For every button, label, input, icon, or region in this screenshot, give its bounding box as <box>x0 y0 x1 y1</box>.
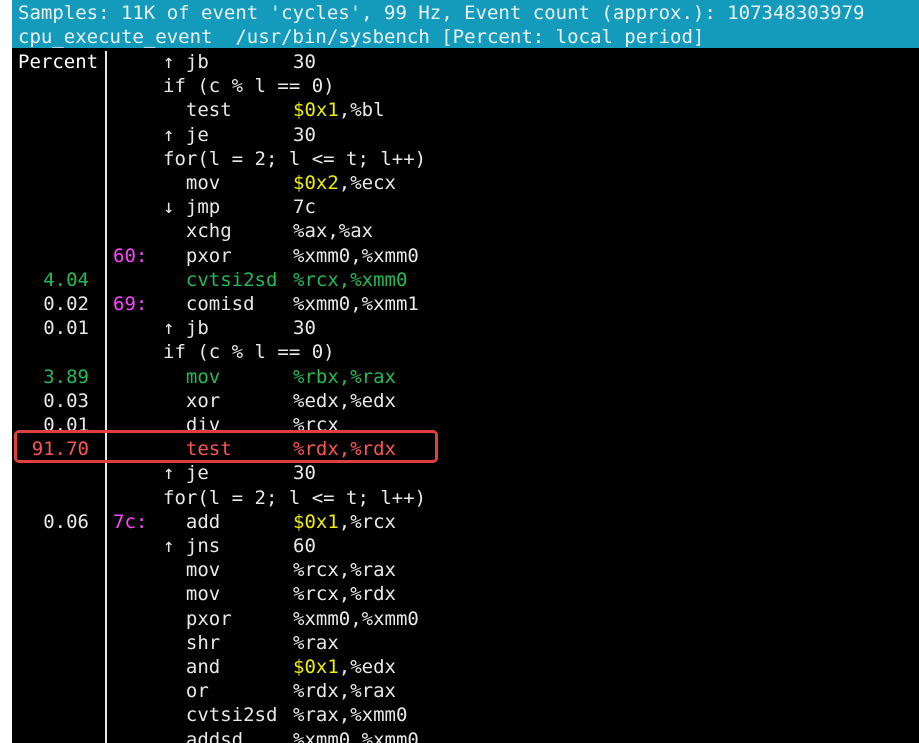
instruction-mnemonic: mov <box>163 172 221 194</box>
percent-value: 4.04 <box>43 268 89 291</box>
immediate-value: $0x2 <box>293 172 339 194</box>
asm-line[interactable]: 0.02 69: comisd %xmm0,%xmm1 <box>12 292 919 316</box>
instruction-operands: %rax,%xmm0 <box>293 704 408 727</box>
instruction-operands: 30 <box>293 51 316 73</box>
samples-summary: Samples: 11K of event 'cycles', 99 Hz, E… <box>18 2 865 24</box>
instruction-mnemonic: if (c % l == 0) <box>163 75 335 98</box>
instruction-mnemonic: add <box>163 510 221 533</box>
asm-line[interactable]: 0.06 7c: add $0x1,%rcx <box>12 510 919 534</box>
instruction-mnemonic: and <box>163 656 221 678</box>
symbol-path: cpu_execute_event /usr/bin/sysbench [Per… <box>18 26 705 48</box>
instruction-mnemonic: test <box>163 99 232 122</box>
instruction-mnemonic: ↓ jmp <box>163 196 221 219</box>
percent-value: 0.03 <box>43 389 89 412</box>
instruction-mnemonic: addsd <box>163 728 244 743</box>
instruction-mnemonic: pxor <box>163 607 232 630</box>
jump-label: 69: <box>113 293 148 315</box>
asm-line[interactable]: mov $0x2,%ecx <box>12 171 919 195</box>
instruction-mnemonic: cvtsi2sd <box>163 704 278 727</box>
asm-line[interactable]: if (c % l == 0) <box>12 340 919 364</box>
instruction-operands: 30 <box>293 317 316 340</box>
asm-line[interactable]: shr %rax <box>12 631 919 655</box>
status-header: Samples: 11K of event 'cycles', 99 Hz, E… <box>12 0 919 48</box>
instruction-operands: %xmm0,%xmm1 <box>293 293 419 315</box>
percent-value: 0.01 <box>43 317 89 340</box>
instruction-operands: $0x1,%rcx <box>293 510 396 533</box>
asm-line[interactable]: or %rdx,%rax <box>12 679 919 703</box>
instruction-operands: 30 <box>293 462 316 485</box>
jump-label: 7c: <box>113 510 148 533</box>
asm-line[interactable]: addsd %xmm0,%xmm0 <box>12 728 919 743</box>
asm-line[interactable]: xchg %ax,%ax <box>12 219 919 243</box>
asm-line[interactable]: mov %rcx,%rdx <box>12 582 919 606</box>
instruction-mnemonic: mov <box>163 365 221 388</box>
percent-value: 3.89 <box>43 365 89 388</box>
asm-line[interactable]: ↑ je 30 <box>12 123 919 147</box>
instruction-mnemonic: ↑ jb <box>163 51 209 73</box>
instruction-mnemonic: ↑ jns <box>163 535 221 557</box>
instruction-operands: %edx,%edx <box>293 389 396 412</box>
asm-line[interactable]: and $0x1,%edx <box>12 655 919 679</box>
instruction-operands: 7c <box>293 196 316 219</box>
instruction-mnemonic: ↑ jb <box>163 317 209 340</box>
asm-line[interactable]: if (c % l == 0) <box>12 74 919 98</box>
perf-annotate-window: Samples: 11K of event 'cycles', 99 Hz, E… <box>12 0 919 743</box>
asm-line[interactable]: test $0x1,%bl <box>12 98 919 122</box>
instruction-operands: %xmm0,%xmm0 <box>293 244 419 267</box>
percent-value: 0.02 <box>43 293 89 315</box>
instruction-mnemonic: mov <box>163 583 221 606</box>
asm-line[interactable]: ↓ jmp 7c <box>12 195 919 219</box>
asm-line[interactable]: for(l = 2; l <= t; l++) <box>12 147 919 171</box>
instruction-mnemonic: xor <box>163 389 221 412</box>
asm-line[interactable]: 0.01 ↑ jb 30 <box>12 316 919 340</box>
immediate-value: $0x1 <box>293 510 339 533</box>
instruction-operands: 60 <box>293 535 316 557</box>
instruction-operands: %rdx,%rax <box>293 680 396 703</box>
asm-line[interactable]: ↑ je 30 <box>12 461 919 485</box>
instruction-mnemonic: mov <box>163 559 221 582</box>
jump-label: 60: <box>113 244 148 267</box>
asm-line[interactable]: 60: pxor %xmm0,%xmm0 <box>12 244 919 268</box>
instruction-operands: $0x1,%bl <box>293 99 385 122</box>
instruction-mnemonic: for(l = 2; l <= t; l++) <box>163 147 427 170</box>
instruction-mnemonic: cvtsi2sd <box>163 268 278 291</box>
asm-line[interactable]: ↑ jns 60 <box>12 534 919 558</box>
instruction-mnemonic: ↑ je <box>163 123 209 146</box>
asm-line[interactable]: 0.03 xor %edx,%edx <box>12 389 919 413</box>
instruction-operands: $0x1,%edx <box>293 656 396 678</box>
asm-line[interactable]: for(l = 2; l <= t; l++) <box>12 486 919 510</box>
asm-line[interactable]: mov %rcx,%rax <box>12 558 919 582</box>
instruction-operands: %rcx,%rdx <box>293 583 396 606</box>
instruction-operands: 30 <box>293 123 316 146</box>
instruction-operands: %rax <box>293 631 339 654</box>
asm-line[interactable]: cvtsi2sd %rax,%xmm0 <box>12 703 919 727</box>
instruction-mnemonic: or <box>163 680 209 703</box>
asm-line[interactable]: 3.89 mov %rbx,%rax <box>12 365 919 389</box>
instruction-mnemonic: ↑ je <box>163 462 209 485</box>
instruction-operands: %rcx,%xmm0 <box>293 268 408 291</box>
instruction-operands: %xmm0,%xmm0 <box>293 728 419 743</box>
instruction-operands: %rcx,%rax <box>293 559 396 582</box>
instruction-mnemonic: xchg <box>163 220 232 243</box>
immediate-value: $0x1 <box>293 99 339 122</box>
asm-line[interactable]: pxor %xmm0,%xmm0 <box>12 607 919 631</box>
instruction-mnemonic: pxor <box>163 244 232 267</box>
percent-value: 0.06 <box>43 510 89 533</box>
immediate-value: $0x1 <box>293 656 339 678</box>
asm-line[interactable]: 4.04 cvtsi2sd %rcx,%xmm0 <box>12 268 919 292</box>
instruction-mnemonic: for(l = 2; l <= t; l++) <box>163 486 427 509</box>
instruction-mnemonic: if (c % l == 0) <box>163 341 335 364</box>
instruction-operands: %ax,%ax <box>293 220 374 243</box>
hot-instruction-highlight <box>14 430 438 463</box>
instruction-operands: %rbx,%rax <box>293 365 396 388</box>
instruction-operands: $0x2,%ecx <box>293 172 396 194</box>
instruction-mnemonic: shr <box>163 631 221 654</box>
instruction-operands: %xmm0,%xmm0 <box>293 607 419 630</box>
instruction-mnemonic: comisd <box>163 293 255 315</box>
asm-line[interactable]: ↑ jb 30 <box>12 50 919 74</box>
